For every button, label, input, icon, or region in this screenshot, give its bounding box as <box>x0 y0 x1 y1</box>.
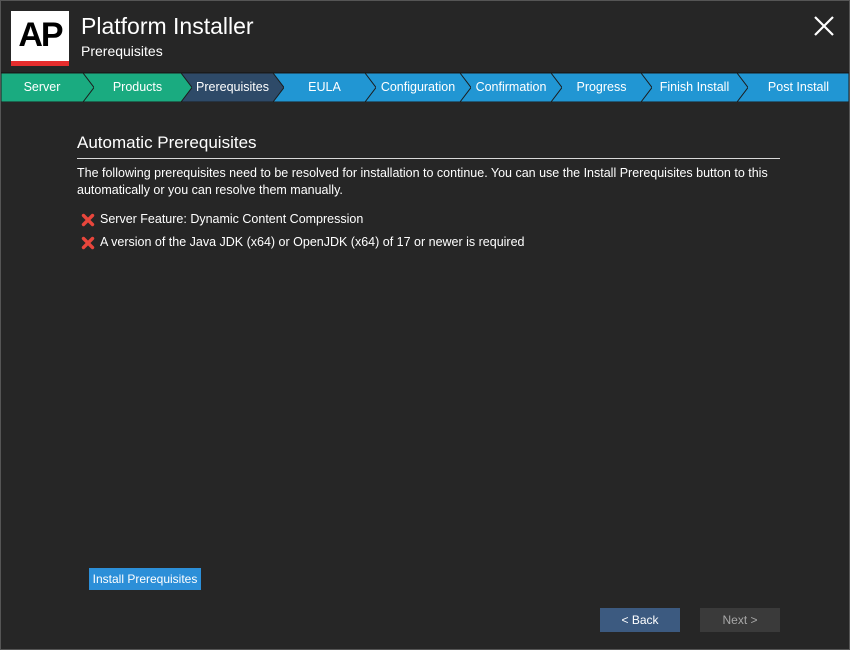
back-button[interactable]: < Back <box>600 608 680 632</box>
step-chevron-shape <box>551 73 652 102</box>
prerequisite-text: Server Feature: Dynamic Content Compress… <box>100 212 364 226</box>
step-server: Server <box>1 73 94 102</box>
prerequisite-text: A version of the Java JDK (x64) or OpenJ… <box>100 235 525 249</box>
step-navigation: Server Products Prerequisites EULA Configura… <box>1 72 849 102</box>
app-title: Platform Installer <box>81 13 254 39</box>
error-x-icon <box>81 213 95 227</box>
step-chevron-shape <box>365 73 471 102</box>
close-icon <box>814 16 834 36</box>
step-configuration: Configuration <box>365 73 471 102</box>
step-finish-install: Finish Install <box>641 73 748 102</box>
step-chevron-shape <box>1 73 94 102</box>
ap-logo: AP <box>11 11 69 66</box>
step-eula: EULA <box>273 73 376 102</box>
step-chevron-shape <box>83 73 192 102</box>
section-divider <box>77 158 780 159</box>
step-post-install: Post Install <box>737 73 849 102</box>
step-chevron-shape <box>181 73 284 102</box>
step-chevron-shape <box>460 73 562 102</box>
install-prerequisites-button[interactable]: Install Prerequisites <box>89 568 201 590</box>
section-title: Automatic Prerequisites <box>77 133 257 152</box>
description-text: The following prerequisites need to be r… <box>77 166 768 197</box>
step-chevron-shape <box>737 73 849 102</box>
header: AP Platform Installer Prerequisites <box>1 1 849 71</box>
step-confirmation: Confirmation <box>460 73 562 102</box>
installer-window: AP Platform Installer Prerequisites Serv… <box>0 0 850 650</box>
step-progress: Progress <box>551 73 652 102</box>
app-subtitle: Prerequisites <box>81 43 163 59</box>
next-button[interactable]: Next > <box>700 608 780 632</box>
step-chevron-shape <box>641 73 748 102</box>
step-products: Products <box>83 73 192 102</box>
step-prerequisites: Prerequisites <box>181 73 284 102</box>
step-chevron-shape <box>273 73 376 102</box>
error-x-icon <box>81 236 95 250</box>
logo-text: AP <box>18 16 63 54</box>
logo-red-bar <box>11 61 69 66</box>
close-button[interactable] <box>811 13 837 39</box>
